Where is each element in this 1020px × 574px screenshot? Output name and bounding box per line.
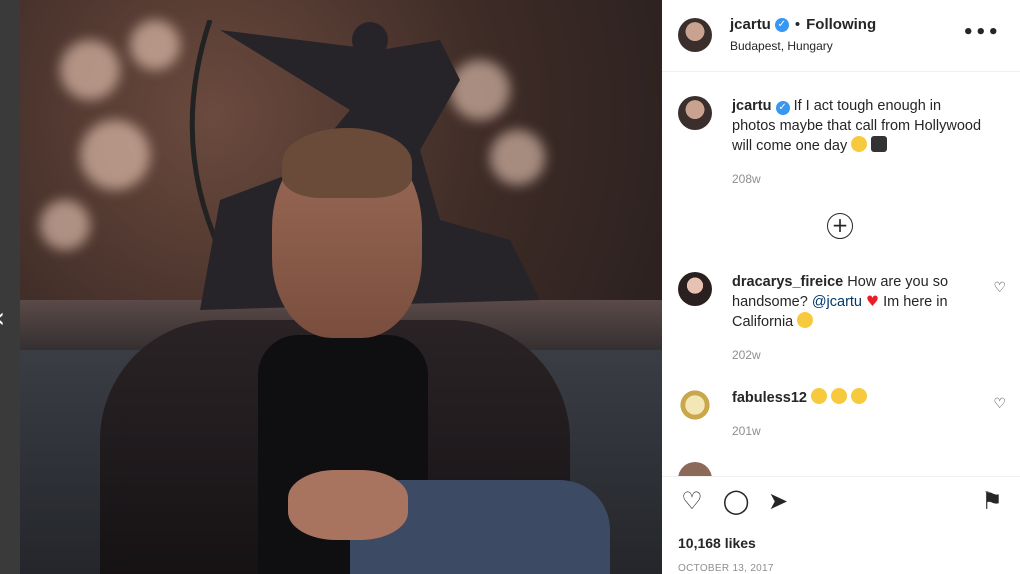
comment-text: dracarys_fireice How are you so handsome… xyxy=(732,272,982,332)
post-sidebar: jcartu ✓ • Following Budapest, Hungary •… xyxy=(662,0,1020,574)
caption-text: jcartu ✓ If I act tough enough in photos… xyxy=(732,96,982,156)
heart-eyes-emoji-icon xyxy=(811,388,827,404)
laughing-emoji-icon xyxy=(851,136,868,152)
bokeh-light xyxy=(40,200,90,250)
post-actions-bar: ♡ ◯ ➤ ⚑ 10,168 likes OCTOBER 13, 2017 xyxy=(662,476,1020,574)
like-heart-icon[interactable]: ♡ xyxy=(678,487,706,515)
chevron-left-icon[interactable]: ‹ xyxy=(0,300,14,336)
person-hair xyxy=(282,128,412,198)
share-paper-plane-icon[interactable]: ➤ xyxy=(764,487,792,515)
comment-bubble-icon[interactable]: ◯ xyxy=(722,487,750,515)
person-hands xyxy=(288,470,408,540)
separator-dot: • xyxy=(794,16,801,33)
caption-time[interactable]: 208w xyxy=(732,172,761,186)
clapper-board-emoji-icon xyxy=(871,136,888,152)
load-more-comments-icon[interactable]: + xyxy=(827,213,853,239)
smiling-emoji-icon xyxy=(797,312,814,328)
likes-count[interactable]: 10,168 likes xyxy=(678,535,756,551)
heart-eyes-emoji-icon xyxy=(831,388,848,404)
caption-avatar[interactable] xyxy=(678,96,712,130)
verified-badge-icon: ✓ xyxy=(774,17,789,32)
following-button[interactable]: Following xyxy=(806,16,876,33)
comment-username[interactable]: fabuless12 xyxy=(732,390,807,406)
mention-link[interactable]: @jcartu xyxy=(812,294,862,310)
header-user-row: jcartu ✓ • Following xyxy=(730,16,876,33)
bokeh-light xyxy=(60,40,120,100)
red-heart-emoji-icon: ♥ xyxy=(866,294,880,310)
verified-badge-icon: ✓ xyxy=(775,101,790,115)
author-avatar[interactable] xyxy=(678,18,712,52)
post-location[interactable]: Budapest, Hungary xyxy=(730,39,833,53)
post-photo[interactable] xyxy=(20,0,662,574)
comment-username[interactable]: dracarys_fireice xyxy=(732,274,843,290)
comment-time[interactable]: 201w xyxy=(732,424,761,438)
caption-username[interactable]: jcartu xyxy=(732,98,772,114)
more-options-icon[interactable]: ••• xyxy=(962,22,1000,43)
save-bookmark-icon[interactable]: ⚑ xyxy=(978,487,1006,515)
commenter-avatar[interactable] xyxy=(678,388,712,422)
comment-text: fabuless12 xyxy=(732,388,982,408)
bokeh-light xyxy=(80,120,150,190)
modal-backdrop xyxy=(0,0,20,574)
post-date[interactable]: OCTOBER 13, 2017 xyxy=(678,563,774,574)
like-comment-heart-icon[interactable]: ♡ xyxy=(993,396,1006,412)
author-username[interactable]: jcartu xyxy=(730,16,771,33)
like-comment-heart-icon[interactable]: ♡ xyxy=(993,280,1006,296)
commenter-avatar[interactable] xyxy=(678,272,712,306)
comment-time[interactable]: 202w xyxy=(732,348,761,362)
heart-eyes-emoji-icon xyxy=(851,388,868,404)
bokeh-light xyxy=(130,20,180,70)
post-header: jcartu ✓ • Following Budapest, Hungary •… xyxy=(662,0,1020,72)
